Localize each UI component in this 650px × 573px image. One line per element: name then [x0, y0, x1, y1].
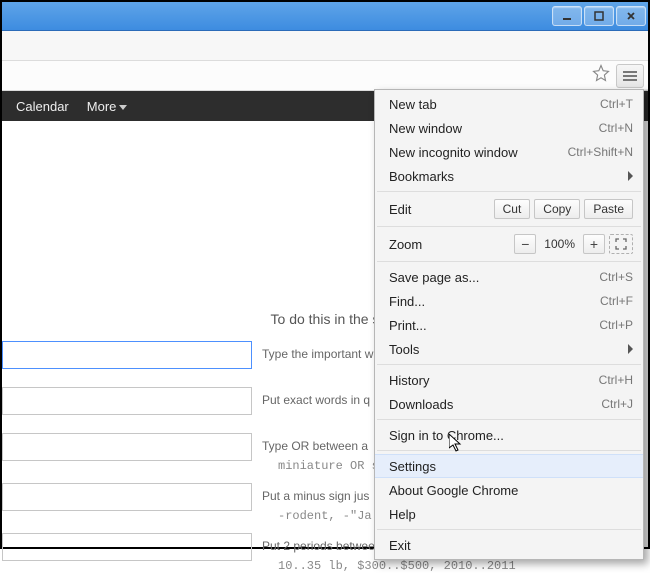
menu-item-incognito[interactable]: New incognito windowCtrl+Shift+N — [375, 140, 643, 164]
hint-text: Type the important w — [262, 341, 373, 361]
nav-more[interactable]: More — [87, 99, 128, 114]
maximize-button[interactable] — [584, 6, 614, 26]
menu-item-help[interactable]: Help — [375, 502, 643, 526]
cursor-icon — [449, 434, 465, 454]
hint-text: Put a minus sign jus — [262, 483, 372, 503]
menu-separator — [377, 450, 641, 451]
submenu-arrow-icon — [628, 344, 633, 354]
close-button[interactable] — [616, 6, 646, 26]
minimize-button[interactable] — [552, 6, 582, 26]
cut-button[interactable]: Cut — [494, 199, 531, 219]
search-field-2[interactable] — [2, 387, 252, 415]
menu-item-edit: Edit Cut Copy Paste — [375, 195, 643, 223]
hint-example: -rodent, -"Ja — [278, 503, 372, 523]
zoom-value: 100% — [540, 237, 579, 251]
menu-separator — [377, 529, 641, 530]
menu-item-tools[interactable]: Tools — [375, 337, 643, 361]
menu-separator — [377, 364, 641, 365]
menu-item-new-tab[interactable]: New tabCtrl+T — [375, 92, 643, 116]
menu-item-about[interactable]: About Google Chrome — [375, 478, 643, 502]
menu-item-history[interactable]: HistoryCtrl+H — [375, 368, 643, 392]
menu-item-find[interactable]: Find...Ctrl+F — [375, 289, 643, 313]
chevron-down-icon — [119, 105, 127, 110]
menu-separator — [377, 226, 641, 227]
menu-separator — [377, 261, 641, 262]
hint-example: miniature OR s — [278, 453, 379, 473]
zoom-out-button[interactable]: − — [514, 234, 536, 254]
menu-item-exit[interactable]: Exit — [375, 533, 643, 557]
menu-item-new-window[interactable]: New windowCtrl+N — [375, 116, 643, 140]
nav-calendar[interactable]: Calendar — [16, 99, 69, 114]
menu-item-signin[interactable]: Sign in to Chrome... — [375, 423, 643, 447]
menu-item-downloads[interactable]: DownloadsCtrl+J — [375, 392, 643, 416]
paste-button[interactable]: Paste — [584, 199, 633, 219]
menu-item-settings[interactable]: Settings — [375, 454, 643, 478]
tab-strip — [2, 31, 648, 61]
search-field-3[interactable] — [2, 433, 252, 461]
fullscreen-button[interactable] — [609, 234, 633, 254]
search-field-5[interactable] — [2, 533, 252, 561]
menu-separator — [377, 419, 641, 420]
hint-text: Type OR between a — [262, 433, 379, 453]
menu-item-print[interactable]: Print...Ctrl+P — [375, 313, 643, 337]
search-field-4[interactable] — [2, 483, 252, 511]
search-field-1[interactable] — [2, 341, 252, 369]
chrome-menu-button[interactable] — [616, 64, 644, 88]
menu-item-zoom: Zoom − 100% + — [375, 230, 643, 258]
hint-text: Put exact words in q — [262, 387, 370, 407]
menu-item-bookmarks[interactable]: Bookmarks — [375, 164, 643, 188]
chrome-menu: New tabCtrl+T New windowCtrl+N New incog… — [374, 89, 644, 560]
menu-separator — [377, 191, 641, 192]
copy-button[interactable]: Copy — [534, 199, 580, 219]
bookmark-star-icon[interactable] — [592, 64, 610, 87]
menu-item-save-as[interactable]: Save page as...Ctrl+S — [375, 265, 643, 289]
submenu-arrow-icon — [628, 171, 633, 181]
zoom-in-button[interactable]: + — [583, 234, 605, 254]
